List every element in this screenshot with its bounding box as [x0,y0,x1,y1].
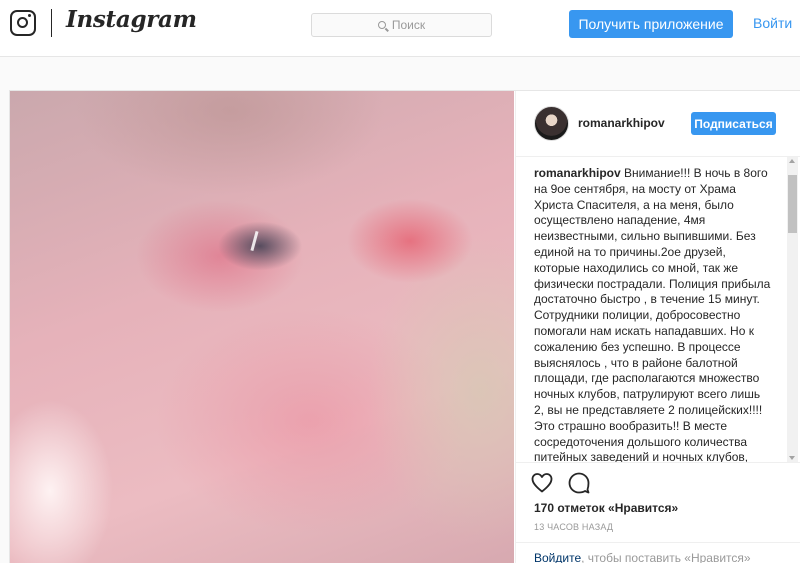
scroll-down-arrow-icon[interactable] [789,456,795,460]
login-to-like-link[interactable]: Войдите [534,551,581,563]
search-placeholder: Поиск [391,18,426,32]
get-app-button[interactable]: Получить приложение [569,10,733,38]
login-link[interactable]: Войти [753,15,792,31]
post-photo[interactable] [10,91,514,563]
post-sidebar: romanarkhipov Подписаться romanarkhipov … [515,91,800,563]
post-caption: romanarkhipov Внимание!!! В ночь в 8ого … [534,166,772,462]
instagram-camera-icon[interactable] [10,10,36,36]
caption-text: Внимание!!! В ночь в 8ого на 9ое сентябр… [534,166,771,462]
photo-highlight [250,230,259,252]
post-actions: 170 отметок «Нравится» 13 ЧАСОВ НАЗАД Во… [516,462,800,563]
post-timestamp[interactable]: 13 ЧАСОВ НАЗАД [534,522,613,532]
follow-button[interactable]: Подписаться [691,112,776,135]
camera-lens [17,17,28,28]
scroll-thumb[interactable] [788,175,797,233]
camera-dot [28,14,31,17]
instagram-wordmark[interactable]: Instagram [66,6,197,33]
caption-scroll-area[interactable]: romanarkhipov Внимание!!! В ночь в 8ого … [534,166,772,462]
caption-scrollbar[interactable] [787,157,798,462]
search-icon [377,21,386,29]
scroll-up-arrow-icon[interactable] [789,159,795,163]
likes-count[interactable]: 170 отметок «Нравится» [534,501,678,515]
comment-icon[interactable] [567,471,591,495]
post-card: romanarkhipov Подписаться romanarkhipov … [9,90,800,563]
post-username[interactable]: romanarkhipov [578,116,665,130]
search-input[interactable]: Поиск [311,13,492,37]
login-hint-text: , чтобы поставить «Нравится» [581,551,751,563]
caption-username[interactable]: romanarkhipov [534,166,621,180]
avatar[interactable] [534,106,569,141]
post-header: romanarkhipov Подписаться [516,91,800,157]
top-bar: Instagram Поиск Получить приложение Войт… [0,0,800,57]
login-to-like-hint: Войдите, чтобы поставить «Нравится» [516,542,800,563]
heart-icon[interactable] [530,471,554,495]
logo-divider [51,9,52,37]
